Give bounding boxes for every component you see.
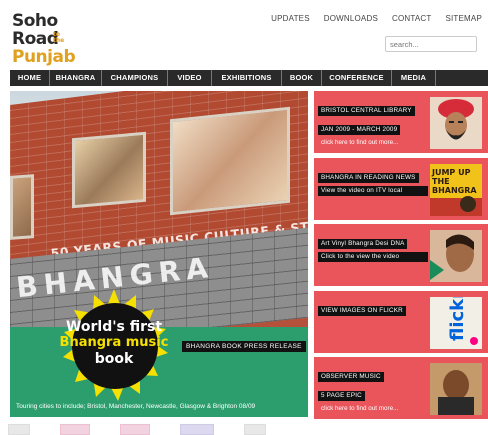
promo-title: OBSERVER MUSIC bbox=[318, 372, 384, 382]
badge-line2: Bhangra music bbox=[59, 335, 169, 350]
site-logo[interactable]: Soho Road to the Punjab bbox=[12, 12, 92, 70]
top-nav-contact[interactable]: CONTACT bbox=[392, 14, 431, 23]
nav-home[interactable]: HOME bbox=[10, 70, 50, 86]
flickr-dot-icon bbox=[470, 337, 478, 345]
promo-date: JAN 2009 - MARCH 2009 bbox=[318, 125, 401, 135]
search-input[interactable] bbox=[385, 36, 477, 52]
badge-line3: book bbox=[94, 351, 134, 367]
mural-panel-portrait bbox=[72, 131, 146, 209]
nav-media[interactable]: MEDIA bbox=[392, 70, 436, 86]
promo-link[interactable]: click here to find out more... bbox=[318, 138, 428, 148]
promo-text: Art Vinyl Bhangra Desi DNA Click to the … bbox=[318, 232, 428, 264]
nav-video[interactable]: VIDEO bbox=[168, 70, 212, 86]
nav-champions[interactable]: CHAMPIONS bbox=[102, 70, 168, 86]
promo-observer-music[interactable]: OBSERVER MUSIC 5 PAGE EPIC click here to… bbox=[314, 357, 488, 419]
main-nav: HOME BHANGRA CHAMPIONS VIDEO EXHIBITIONS… bbox=[10, 70, 488, 86]
promo-bristol-library[interactable]: BRISTOL CENTRAL LIBRARY JAN 2009 - MARCH… bbox=[314, 91, 488, 153]
nav-conference[interactable]: CONFERENCE bbox=[322, 70, 392, 86]
badge-text: World's first Bhangra music book bbox=[54, 319, 174, 367]
top-nav-sitemap[interactable]: SITEMAP bbox=[445, 14, 482, 23]
logo-line-road: Road bbox=[12, 29, 59, 49]
nav-bhangra[interactable]: BHANGRA bbox=[50, 70, 102, 86]
promo-flickr[interactable]: VIEW IMAGES ON FLICKR flickr bbox=[314, 291, 488, 353]
promo-image-jump-up: JUMP UP THE BHANGRA bbox=[430, 164, 482, 216]
promo-art-vinyl[interactable]: Art Vinyl Bhangra Desi DNA Click to the … bbox=[314, 224, 488, 286]
logo-to-the: to the bbox=[53, 31, 65, 44]
thumbnail[interactable] bbox=[180, 424, 214, 435]
promo-text: BHANGRA IN READING NEWS View the video o… bbox=[318, 166, 428, 198]
press-release-link[interactable]: BHANGRA BOOK PRESS RELEASE bbox=[182, 341, 306, 352]
thumbnail[interactable] bbox=[60, 424, 90, 435]
promo-text: BRISTOL CENTRAL LIBRARY JAN 2009 - MARCH… bbox=[318, 99, 428, 148]
thumbnail[interactable] bbox=[8, 424, 30, 435]
thumbnail[interactable] bbox=[244, 424, 266, 435]
logo-line-punjab: Punjab bbox=[12, 47, 76, 67]
jump-up-cover-text: JUMP UP THE BHANGRA bbox=[432, 168, 477, 195]
promo-title: BRISTOL CENTRAL LIBRARY bbox=[318, 106, 415, 116]
nav-filler bbox=[436, 70, 488, 86]
bottom-thumbnails bbox=[8, 424, 478, 435]
promo-image-turban-man bbox=[430, 97, 482, 149]
promo-link[interactable]: Click to the view the video bbox=[318, 252, 428, 262]
promo-link[interactable]: View the video on ITV local bbox=[318, 186, 428, 196]
nav-exhibitions[interactable]: EXHIBITIONS bbox=[212, 70, 282, 86]
flickr-wordmark: flickr bbox=[447, 297, 468, 341]
promo-title: VIEW IMAGES ON FLICKR bbox=[318, 306, 406, 316]
promo-title: Art Vinyl Bhangra Desi DNA bbox=[318, 239, 408, 249]
hero-banner[interactable]: 50 YEARS OF MUSIC CULTURE & STYLE BHANGR… bbox=[10, 91, 308, 417]
logo-line-soho: Soho bbox=[12, 11, 58, 31]
promo-subtitle: 5 PAGE EPIC bbox=[318, 391, 365, 401]
promo-image-observer bbox=[430, 363, 482, 415]
thumbnail[interactable] bbox=[120, 424, 150, 435]
promo-link[interactable]: click here to find out more... bbox=[318, 404, 428, 414]
promo-reading-news[interactable]: BHANGRA IN READING NEWS View the video o… bbox=[314, 158, 488, 220]
top-nav: UPDATES DOWNLOADS CONTACT SITEMAP bbox=[271, 14, 482, 23]
promo-image-vinyl-face bbox=[430, 230, 482, 282]
mural-panel-left bbox=[10, 174, 34, 240]
flickr-logo: flickr bbox=[430, 297, 482, 349]
world-first-badge[interactable]: World's first Bhangra music book bbox=[54, 287, 174, 407]
top-nav-updates[interactable]: UPDATES bbox=[271, 14, 310, 23]
mural-panel-couple bbox=[170, 106, 290, 216]
promo-text: OBSERVER MUSIC 5 PAGE EPIC click here to… bbox=[318, 365, 428, 414]
nav-book[interactable]: BOOK bbox=[282, 70, 322, 86]
badge-line1: World's first bbox=[65, 319, 163, 335]
promo-text: VIEW IMAGES ON FLICKR bbox=[318, 299, 428, 318]
promo-title: BHANGRA IN READING NEWS bbox=[318, 173, 419, 183]
top-nav-downloads[interactable]: DOWNLOADS bbox=[324, 14, 378, 23]
